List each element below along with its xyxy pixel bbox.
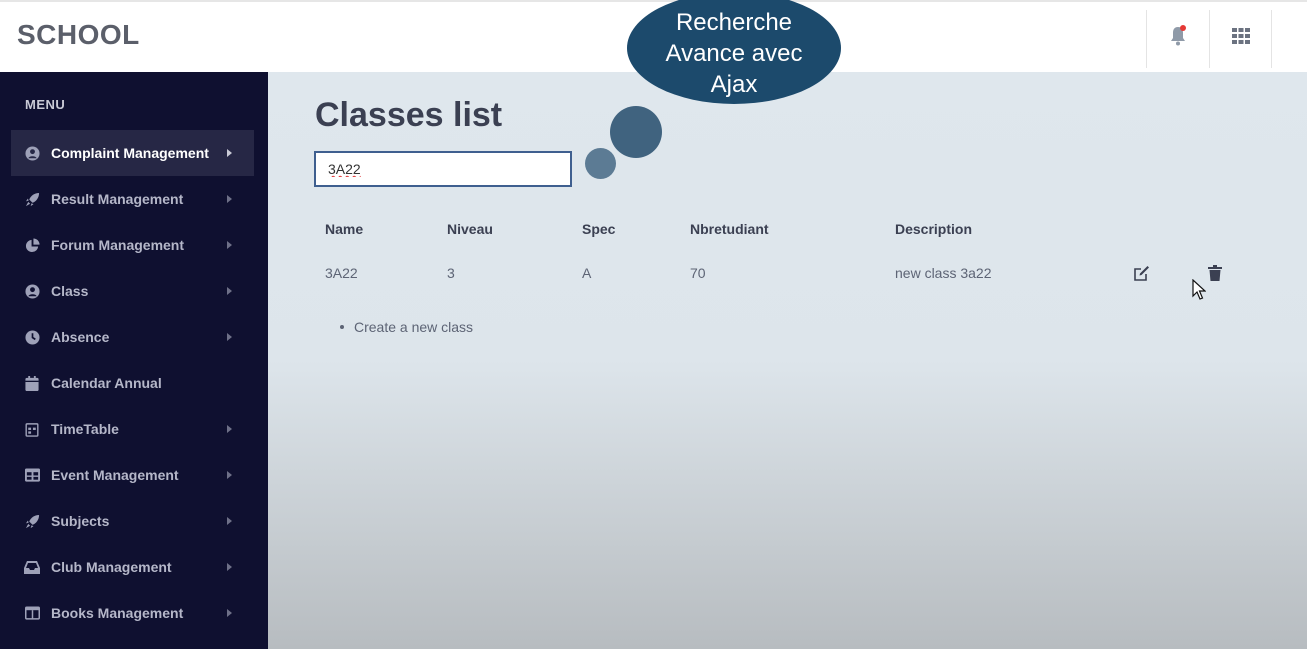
pie-chart-icon [24, 237, 40, 253]
cell-niveau: 3 [447, 265, 455, 281]
search-input[interactable] [314, 151, 572, 187]
chevron-right-icon [224, 146, 234, 160]
cell-nbretudiant: 70 [690, 265, 706, 281]
menu-title: MENU [25, 97, 66, 112]
cell-spec: A [582, 265, 592, 281]
chevron-right-icon [224, 514, 234, 528]
column-header-spec: Spec [582, 221, 616, 237]
clock-icon [24, 329, 40, 345]
header-divider [1209, 10, 1210, 68]
trash-icon[interactable] [1206, 264, 1224, 282]
header-divider [1146, 10, 1147, 68]
bullet [340, 325, 344, 329]
chevron-right-icon [224, 284, 234, 298]
callout-text: Recherche Avance avec Ajax [665, 8, 803, 98]
user-circle-icon [24, 283, 40, 299]
rocket-icon [24, 191, 40, 207]
bell-icon[interactable] [1166, 24, 1190, 48]
apps-grid-icon[interactable] [1229, 24, 1253, 48]
sidebar-item-forum-management[interactable]: Forum Management [11, 222, 254, 268]
notification-dot [1180, 25, 1186, 31]
page-title: Classes list [315, 96, 503, 134]
create-list-item: Create a new class [340, 319, 473, 335]
sidebar: MENU Complaint Management Result Managem… [0, 72, 268, 649]
rocket-icon [24, 513, 40, 529]
chevron-right-icon [224, 330, 234, 344]
table-icon [24, 467, 40, 483]
sidebar-item-label: Result Management [51, 191, 184, 207]
create-new-class-link[interactable]: Create a new class [354, 319, 473, 335]
sidebar-item-result-management[interactable]: Result Management [11, 176, 254, 222]
sidebar-item-absence[interactable]: Absence [11, 314, 254, 360]
chevron-right-icon [224, 560, 234, 574]
sidebar-item-label: TimeTable [51, 421, 119, 437]
sidebar-item-label: Absence [51, 329, 110, 345]
chevron-right-icon [224, 238, 234, 252]
sidebar-item-complaint-management[interactable]: Complaint Management [11, 130, 254, 176]
sidebar-item-subjects[interactable]: Subjects [11, 498, 254, 544]
sidebar-item-label: Subjects [51, 513, 110, 529]
timetable-icon [24, 421, 40, 437]
chevron-right-icon [224, 422, 234, 436]
edit-icon[interactable] [1132, 264, 1150, 282]
sidebar-item-club-management[interactable]: Club Management [11, 544, 254, 590]
callout-dot-small [585, 148, 616, 179]
sidebar-item-books-management[interactable]: Books Management [11, 590, 254, 636]
column-header-niveau: Niveau [447, 221, 493, 237]
calendar-icon [24, 375, 40, 391]
chevron-right-icon [224, 606, 234, 620]
chevron-right-icon [224, 468, 234, 482]
sidebar-item-label: Event Management [51, 467, 179, 483]
column-header-nbretudiant: Nbretudiant [690, 221, 769, 237]
sidebar-item-label: Club Management [51, 559, 172, 575]
user-circle-icon [24, 145, 40, 161]
header-divider [1271, 10, 1272, 68]
sidebar-item-label: Complaint Management [51, 145, 209, 161]
brand-logo[interactable]: SCHOOL [17, 19, 140, 51]
sidebar-item-calendar-annual[interactable]: Calendar Annual [11, 360, 254, 406]
column-header-name: Name [325, 221, 364, 237]
sidebar-item-event-management[interactable]: Event Management [11, 452, 254, 498]
sidebar-item-class[interactable]: Class [11, 268, 254, 314]
main-content: Classes list Name Niveau Spec Nbretudian… [268, 72, 1307, 649]
sidebar-item-label: Books Management [51, 605, 184, 621]
sidebar-item-label: Calendar Annual [51, 375, 162, 391]
callout-bubble: Recherche Avance avec Ajax [627, 0, 841, 104]
cell-description: new class 3a22 [895, 265, 992, 281]
column-header-description: Description [895, 221, 973, 237]
mouse-cursor-icon [1192, 278, 1207, 306]
sidebar-item-label: Class [51, 283, 89, 299]
inbox-icon [24, 559, 40, 575]
chevron-right-icon [224, 192, 234, 206]
book-layout-icon [24, 605, 40, 621]
callout-dot-large [610, 106, 662, 158]
sidebar-item-timetable[interactable]: TimeTable [11, 406, 254, 452]
sidebar-item-label: Forum Management [51, 237, 185, 253]
cell-name: 3A22 [325, 265, 358, 281]
